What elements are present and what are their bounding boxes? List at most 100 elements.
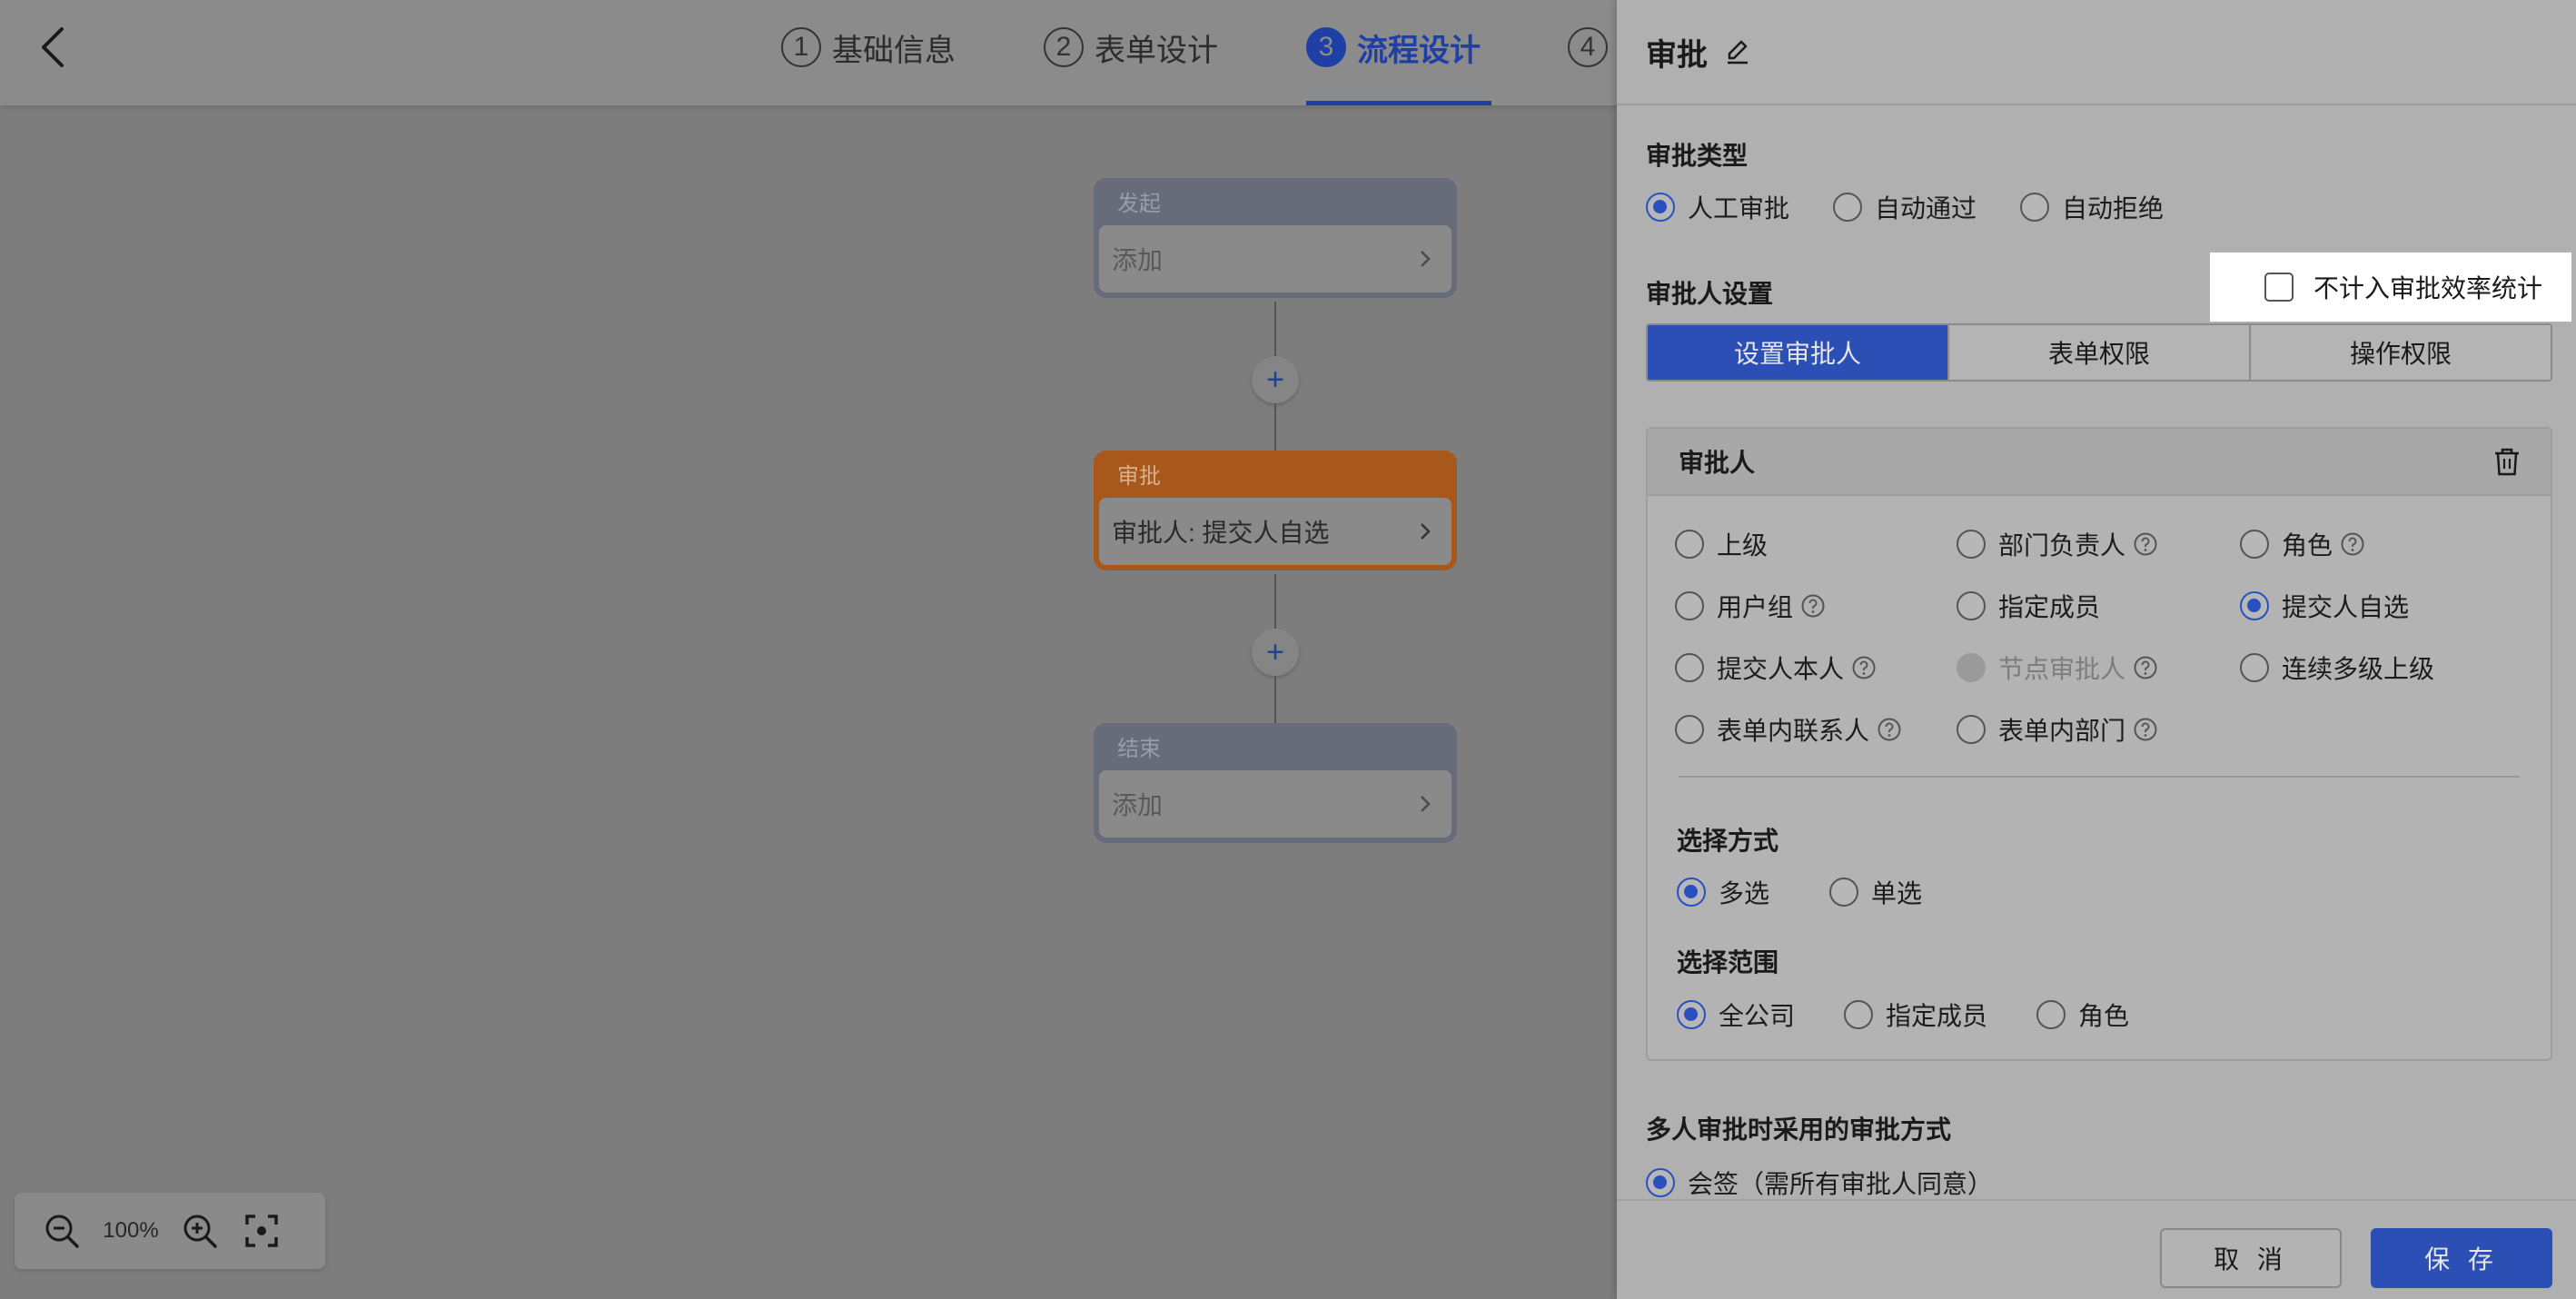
tab-operation-permission[interactable]: 操作权限 bbox=[2249, 325, 2551, 380]
radio-dot bbox=[1677, 1000, 1706, 1029]
connector-line bbox=[1274, 403, 1276, 451]
radio-dot bbox=[1833, 193, 1863, 222]
radio-label: 提交人自选 bbox=[2282, 593, 2410, 621]
back-button[interactable] bbox=[25, 20, 80, 74]
zoom-toolbar: 100% bbox=[15, 1193, 325, 1269]
node-body[interactable]: 审批人: 提交人自选 bbox=[1099, 498, 1451, 565]
node-body[interactable]: 添加 bbox=[1099, 225, 1451, 293]
help-icon[interactable] bbox=[2133, 717, 2158, 742]
tab-form-permission[interactable]: 表单权限 bbox=[1947, 325, 2249, 380]
help-icon[interactable] bbox=[2133, 531, 2158, 557]
step-number: 4 bbox=[1568, 27, 1608, 67]
radio-scope-specified-member[interactable]: 指定成员 bbox=[1844, 997, 1987, 1033]
help-icon[interactable] bbox=[1800, 593, 1826, 619]
checkbox-label: 不计入审批效率统计 bbox=[2313, 274, 2543, 302]
radio-dot bbox=[2240, 653, 2269, 682]
zoom-level: 100% bbox=[103, 1218, 159, 1243]
multi-approve-label: 多人审批时采用的审批方式 bbox=[1646, 1116, 1952, 1144]
radio-label: 用户组 bbox=[1717, 593, 1794, 621]
node-body-text: 添加 bbox=[1112, 791, 1164, 819]
radio-auto-reject[interactable]: 自动拒绝 bbox=[2020, 189, 2164, 225]
save-button[interactable]: 保 存 bbox=[2371, 1228, 2552, 1288]
add-node-button[interactable]: + bbox=[1252, 629, 1299, 676]
help-icon[interactable] bbox=[1851, 655, 1877, 680]
radio-form-contact[interactable]: 表单内联系人 bbox=[1675, 711, 1902, 748]
radio-label: 节点审批人 bbox=[1998, 655, 2126, 683]
radio-dot bbox=[2020, 193, 2050, 222]
radio-submitter-choose[interactable]: 提交人自选 bbox=[2240, 588, 2409, 624]
help-icon[interactable] bbox=[2340, 531, 2365, 557]
radio-dot bbox=[2240, 530, 2269, 559]
radio-scope-role[interactable]: 角色 bbox=[2036, 997, 2129, 1033]
radio-label: 自动通过 bbox=[1875, 194, 1977, 223]
radio-dot bbox=[2240, 591, 2269, 620]
radio-multi-level-superior[interactable]: 连续多级上级 bbox=[2240, 650, 2434, 686]
step-number: 2 bbox=[1044, 27, 1084, 67]
radio-superior[interactable]: 上级 bbox=[1675, 526, 1768, 562]
exclude-efficiency-checkbox[interactable]: 不计入审批效率统计 bbox=[2210, 253, 2571, 322]
node-body-text: 添加 bbox=[1112, 246, 1164, 274]
zoom-out-icon bbox=[45, 1215, 79, 1248]
approval-type-label: 审批类型 bbox=[1646, 142, 1749, 170]
step-number: 3 bbox=[1306, 27, 1346, 67]
edit-icon[interactable] bbox=[1722, 36, 1753, 67]
flow-node-start[interactable]: 发起 添加 bbox=[1094, 178, 1457, 298]
radio-dept-head[interactable]: 部门负责人 bbox=[1957, 526, 2158, 562]
radio-auto-pass[interactable]: 自动通过 bbox=[1833, 189, 1977, 225]
radio-dot bbox=[1646, 193, 1675, 222]
connector-line bbox=[1274, 676, 1276, 723]
add-node-button[interactable]: + bbox=[1252, 356, 1299, 403]
chevron-right-icon bbox=[1421, 796, 1431, 812]
select-mode-label: 选择方式 bbox=[1677, 827, 1779, 855]
radio-dot bbox=[1675, 653, 1704, 682]
fit-view-button[interactable] bbox=[240, 1209, 283, 1253]
radio-multi-select[interactable]: 多选 bbox=[1677, 874, 1769, 910]
help-icon[interactable] bbox=[1877, 717, 1902, 742]
radio-dot bbox=[1675, 530, 1704, 559]
step-flow-design[interactable]: 3 流程设计 bbox=[1306, 22, 1481, 73]
radio-user-group[interactable]: 用户组 bbox=[1675, 588, 1826, 624]
step-basic-info[interactable]: 1 基础信息 bbox=[781, 22, 956, 73]
plus-icon: + bbox=[1266, 634, 1284, 669]
chevron-right-icon bbox=[1421, 523, 1431, 540]
radio-dot bbox=[1957, 653, 1986, 682]
node-body[interactable]: 添加 bbox=[1099, 770, 1451, 838]
radio-label: 表单内部门 bbox=[1998, 717, 2126, 745]
radio-submitter-self[interactable]: 提交人本人 bbox=[1675, 650, 1877, 686]
radio-dot bbox=[1677, 878, 1706, 907]
tab-set-approver[interactable]: 设置审批人 bbox=[1648, 325, 1947, 380]
fit-view-icon bbox=[245, 1215, 278, 1247]
radio-form-department[interactable]: 表单内部门 bbox=[1957, 711, 2158, 748]
approver-card-header: 审批人 bbox=[1648, 429, 2551, 496]
flow-node-approve[interactable]: 审批 审批人: 提交人自选 bbox=[1094, 451, 1457, 570]
radio-single-select[interactable]: 单选 bbox=[1829, 874, 1922, 910]
step-form-design[interactable]: 2 表单设计 bbox=[1044, 22, 1218, 73]
radio-countersign[interactable]: 会签（需所有审批人同意） bbox=[1646, 1165, 1993, 1201]
help-icon[interactable] bbox=[2133, 655, 2158, 680]
zoom-in-button[interactable] bbox=[178, 1209, 222, 1253]
select-mode-group: 多选 单选 bbox=[1677, 874, 1922, 910]
radio-manual-approve[interactable]: 人工审批 bbox=[1646, 189, 1789, 225]
radio-dot bbox=[1957, 591, 1986, 620]
radio-role[interactable]: 角色 bbox=[2240, 526, 2365, 562]
radio-whole-company[interactable]: 全公司 bbox=[1677, 997, 1795, 1033]
step-number: 1 bbox=[781, 27, 821, 67]
node-title: 发起 bbox=[1117, 192, 1161, 216]
step-four[interactable]: 4 bbox=[1568, 22, 1619, 73]
radio-label: 提交人本人 bbox=[1717, 655, 1845, 683]
node-title: 审批 bbox=[1117, 464, 1161, 489]
cancel-button[interactable]: 取 消 bbox=[2160, 1228, 2342, 1288]
active-step-underline bbox=[1306, 101, 1491, 105]
connector-line bbox=[1274, 574, 1276, 629]
radio-label: 角色 bbox=[2078, 1002, 2130, 1030]
radio-specified-member[interactable]: 指定成员 bbox=[1957, 588, 2100, 624]
flow-canvas: 1 基础信息 2 表单设计 3 流程设计 4 发起 添加 + 审批 审批人: 提… bbox=[0, 0, 1617, 1299]
radio-node-approver: 节点审批人 bbox=[1957, 650, 2158, 686]
trash-icon[interactable] bbox=[2491, 445, 2523, 478]
radio-label: 人工审批 bbox=[1688, 194, 1790, 223]
radio-dot bbox=[2036, 1000, 2066, 1029]
chevron-left-icon bbox=[42, 27, 64, 67]
radio-label: 单选 bbox=[1871, 879, 1923, 907]
zoom-out-button[interactable] bbox=[40, 1209, 84, 1253]
flow-node-end[interactable]: 结束 添加 bbox=[1094, 723, 1457, 843]
